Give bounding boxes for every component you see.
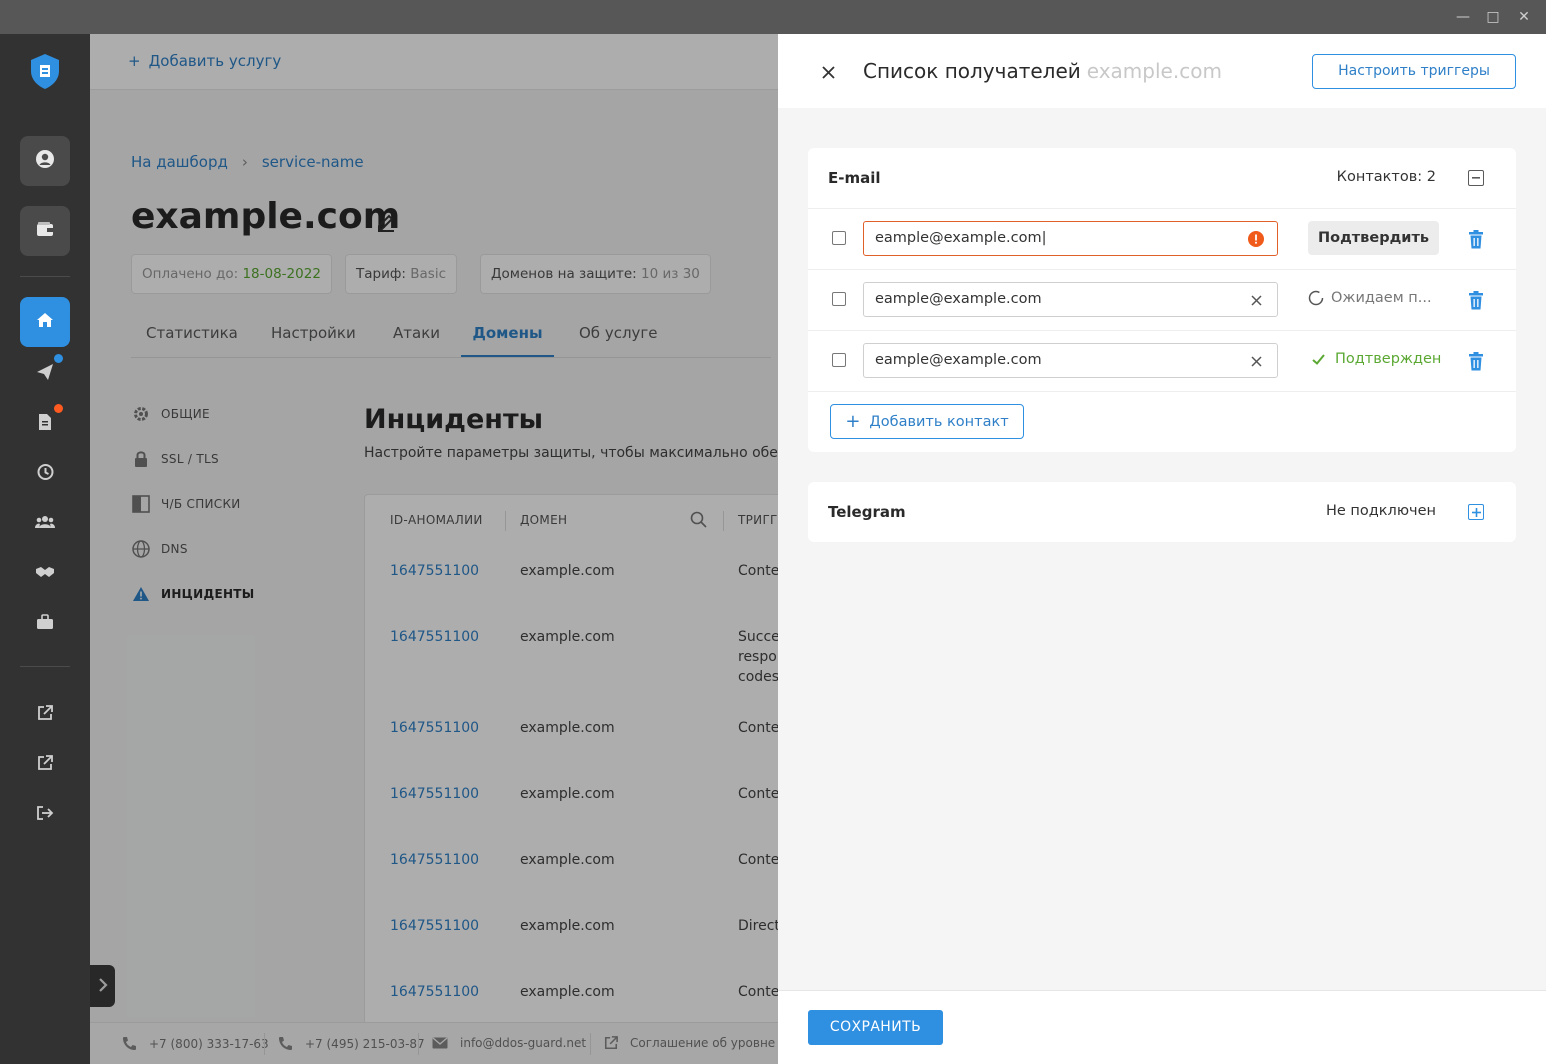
- external-link-icon[interactable]: [30, 748, 60, 778]
- panel-footer: СОХРАНИТЬ: [778, 990, 1546, 1064]
- checkmark-icon: [1312, 353, 1325, 365]
- clear-icon[interactable]: [1248, 292, 1264, 308]
- close-window-icon[interactable]: ✕: [1513, 6, 1535, 28]
- home-button[interactable]: [20, 297, 70, 347]
- logout-icon[interactable]: [30, 798, 60, 828]
- contact-checkbox[interactable]: [832, 292, 846, 306]
- recipients-panel: Список получателей example.com Настроить …: [778, 34, 1546, 1064]
- panel-header: Список получателей example.com Настроить …: [778, 34, 1546, 108]
- home-icon: [36, 312, 54, 332]
- shield-logo-icon[interactable]: [28, 52, 62, 90]
- telegram-card-title: Telegram: [828, 503, 906, 521]
- plus-icon: +: [845, 410, 861, 432]
- telegram-card: Telegram Не подключен: [808, 482, 1516, 542]
- row-divider: [808, 330, 1516, 331]
- handshake-icon[interactable]: [30, 557, 60, 587]
- wallet-button[interactable]: [20, 206, 70, 256]
- users-icon[interactable]: [30, 507, 60, 537]
- wallet-icon: [36, 221, 54, 241]
- briefcase-icon[interactable]: [30, 607, 60, 637]
- notification-dot: [54, 354, 63, 363]
- contact-checkbox[interactable]: [832, 353, 846, 367]
- trash-icon[interactable]: [1467, 290, 1485, 310]
- panel-title: Список получателей example.com: [863, 59, 1222, 83]
- email-card: E-mail Контактов: 2 eample@example.com| …: [808, 148, 1516, 452]
- sidebar-divider: [20, 276, 70, 277]
- row-divider: [808, 208, 1516, 209]
- contacts-count: Контактов: 2: [1336, 169, 1436, 185]
- trash-icon[interactable]: [1467, 351, 1485, 371]
- expand-icon[interactable]: [1468, 504, 1484, 520]
- spinner-icon: [1308, 290, 1324, 306]
- row-divider: [808, 269, 1516, 270]
- status-confirmed: Подтвержден: [1308, 351, 1441, 367]
- status-pending: Ожидаем п...: [1308, 290, 1432, 306]
- user-icon: [35, 149, 55, 173]
- add-contact-button[interactable]: + Добавить контакт: [830, 404, 1024, 439]
- minimize-icon[interactable]: —: [1452, 6, 1474, 28]
- clear-icon[interactable]: [1248, 353, 1264, 369]
- profile-button[interactable]: [20, 136, 70, 186]
- sidebar-divider: [20, 666, 70, 667]
- close-icon[interactable]: [818, 62, 838, 82]
- sidebar: [0, 34, 90, 1064]
- history-icon[interactable]: [30, 457, 60, 487]
- email-field[interactable]: eample@example.com: [863, 282, 1278, 317]
- configure-triggers-button[interactable]: Настроить триггеры: [1312, 54, 1516, 89]
- row-divider: [808, 391, 1516, 392]
- notification-dot: [54, 404, 63, 413]
- email-card-title: E-mail: [828, 169, 881, 187]
- trash-icon[interactable]: [1467, 229, 1485, 249]
- collapse-icon[interactable]: [1468, 170, 1484, 186]
- telegram-status: Не подключен: [1325, 503, 1436, 519]
- email-field[interactable]: eample@example.com: [863, 343, 1278, 378]
- maximize-icon[interactable]: □: [1482, 6, 1504, 28]
- modal-overlay[interactable]: [90, 34, 778, 1064]
- error-icon: [1248, 231, 1264, 247]
- confirm-button[interactable]: Подтвердить: [1308, 221, 1439, 255]
- contact-checkbox[interactable]: [832, 231, 846, 245]
- external-link-icon[interactable]: [30, 698, 60, 728]
- window-titlebar: — □ ✕: [0, 0, 1546, 34]
- email-field[interactable]: eample@example.com|: [863, 221, 1278, 256]
- save-button[interactable]: СОХРАНИТЬ: [808, 1010, 943, 1045]
